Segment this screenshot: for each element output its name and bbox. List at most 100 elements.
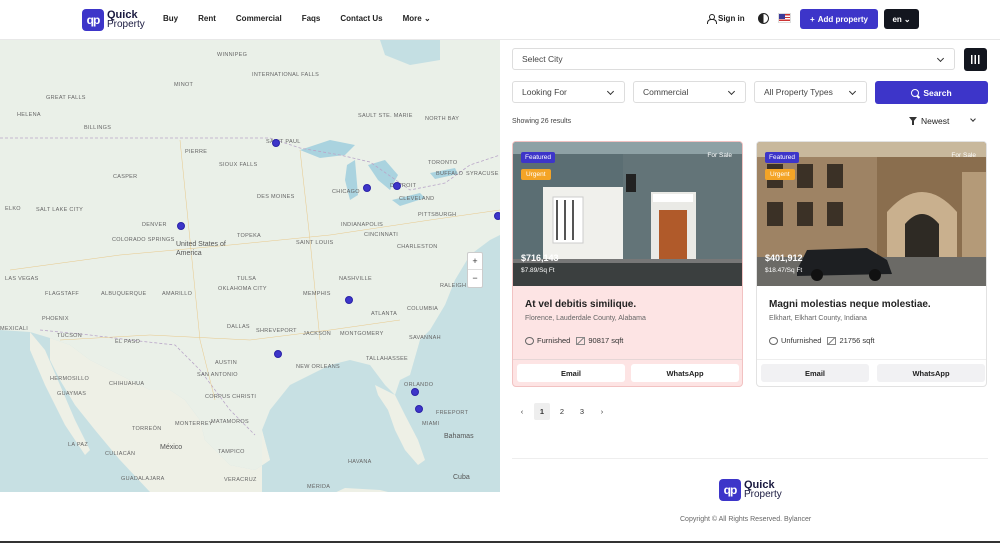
property-type-select[interactable]: All Property Types bbox=[754, 81, 867, 103]
map-label: WINNIPEG bbox=[217, 52, 248, 58]
map-label: INDIANAPOLIS bbox=[341, 222, 384, 228]
map-label: DES MOINES bbox=[257, 194, 295, 200]
map-label: MINOT bbox=[174, 82, 194, 88]
map-label: PHOENIX bbox=[42, 316, 69, 322]
nav-commercial[interactable]: Commercial bbox=[236, 14, 282, 23]
map-label: CHARLESTON bbox=[397, 244, 438, 250]
property-photo[interactable]: Featured Urgent For Sale $401,912 $18.47… bbox=[757, 142, 986, 286]
email-button[interactable]: Email bbox=[517, 364, 625, 382]
map-label: MIAMI bbox=[422, 421, 440, 427]
map-label: COLORADO SPRINGS bbox=[112, 237, 175, 243]
property-photo[interactable]: Featured Urgent For Sale $716,143 $7.89/… bbox=[513, 142, 742, 286]
sort-label: Newest bbox=[921, 116, 950, 126]
zoom-out-button[interactable]: − bbox=[468, 270, 482, 287]
sort-dropdown[interactable]: Newest bbox=[909, 116, 949, 126]
page-button-2[interactable]: 2 bbox=[554, 403, 570, 420]
map-pin[interactable] bbox=[363, 184, 371, 192]
add-property-button[interactable]: + Add property bbox=[800, 9, 878, 29]
chevron-down-icon[interactable] bbox=[970, 116, 976, 122]
map-label: MONTGOMERY bbox=[340, 331, 384, 337]
map-pin[interactable] bbox=[411, 388, 419, 396]
nav-buy[interactable]: Buy bbox=[163, 14, 178, 23]
zoom-in-button[interactable]: + bbox=[468, 253, 482, 270]
price-per-sqft: $7.89/Sq Ft bbox=[521, 267, 555, 274]
price-per-sqft: $18.47/Sq Ft bbox=[765, 267, 803, 274]
sofa-icon bbox=[769, 336, 778, 345]
listing-price: $716,143 bbox=[521, 253, 559, 263]
page-button-1[interactable]: 1 bbox=[534, 403, 550, 420]
map-label: NASHVILLE bbox=[339, 276, 372, 282]
advanced-filter-button[interactable] bbox=[964, 48, 987, 71]
sofa-icon bbox=[525, 336, 534, 345]
city-select[interactable]: Select City bbox=[512, 48, 955, 70]
nav-rent[interactable]: Rent bbox=[198, 14, 216, 23]
page-button-3[interactable]: 3 bbox=[574, 403, 590, 420]
map-label: FREEPORT bbox=[436, 410, 469, 416]
map-label: LA PAZ bbox=[68, 442, 89, 448]
listing-meta: Unfurnished 21756 sqft bbox=[769, 336, 874, 345]
map-pin[interactable] bbox=[177, 222, 185, 230]
looking-for-select[interactable]: Looking For bbox=[512, 81, 625, 103]
email-button[interactable]: Email bbox=[761, 364, 869, 382]
footer-divider bbox=[512, 458, 988, 459]
logo-badge: qp bbox=[82, 9, 104, 31]
listing-meta: Furnished 90817 sqft bbox=[525, 336, 623, 345]
listing-price: $401,912 bbox=[765, 253, 803, 263]
whatsapp-button[interactable]: WhatsApp bbox=[877, 364, 985, 382]
theme-toggle-icon[interactable] bbox=[758, 13, 769, 24]
property-card[interactable]: Featured Urgent For Sale $716,143 $7.89/… bbox=[512, 141, 743, 387]
map-label: CHICAGO bbox=[332, 189, 360, 195]
site-logo[interactable]: qp Quick Property bbox=[82, 9, 145, 31]
footer-logo[interactable]: qp Quick Property bbox=[719, 479, 782, 501]
map-label: SAULT STE. MARIE bbox=[358, 113, 413, 119]
prev-page-button[interactable]: ‹ bbox=[514, 403, 530, 420]
map-pin[interactable] bbox=[345, 296, 353, 304]
map-label: TOPEKA bbox=[237, 233, 262, 239]
map-country-label: México bbox=[160, 444, 183, 451]
next-page-button[interactable]: › bbox=[594, 403, 610, 420]
map-label: TALLAHASSEE bbox=[366, 356, 409, 362]
map-pin[interactable] bbox=[415, 405, 423, 413]
map-pin[interactable] bbox=[494, 212, 500, 220]
map-label: HELENA bbox=[17, 112, 41, 118]
sign-in-link[interactable]: Sign in bbox=[707, 14, 745, 24]
divider bbox=[757, 359, 986, 360]
category-select[interactable]: Commercial bbox=[633, 81, 746, 103]
map-label: MÉRIDA bbox=[307, 484, 331, 490]
property-map[interactable]: WINNIPEG INTERNATIONAL FALLS MINOT GREAT… bbox=[0, 40, 500, 492]
map-label: RALEIGH bbox=[440, 283, 467, 289]
map-label: BUFFALO bbox=[436, 171, 464, 177]
search-button[interactable]: Search bbox=[875, 81, 988, 104]
map-label: SYRACUSE bbox=[466, 171, 499, 177]
map-label: TULSA bbox=[237, 276, 257, 282]
logo-line-2: Property bbox=[107, 19, 145, 30]
us-flag-icon[interactable] bbox=[778, 13, 791, 23]
nav-faqs[interactable]: Faqs bbox=[302, 14, 321, 23]
status-badge: For Sale bbox=[951, 152, 976, 159]
map-pin[interactable] bbox=[393, 182, 401, 190]
map-label: MATAMOROS bbox=[211, 419, 249, 425]
listing-title[interactable]: At vel debitis similique. bbox=[525, 299, 636, 310]
map-label: GUAYMAS bbox=[57, 391, 87, 397]
area-icon bbox=[827, 336, 837, 345]
nav-more-dropdown[interactable]: More bbox=[403, 14, 431, 23]
language-selector[interactable]: en bbox=[884, 9, 919, 29]
map-label: CINCINNATI bbox=[364, 232, 399, 238]
user-icon bbox=[707, 14, 717, 24]
map-zoom-control: + − bbox=[467, 252, 483, 288]
map-label: FLAGSTAFF bbox=[45, 291, 80, 297]
pagination: ‹ 1 2 3 › bbox=[514, 403, 610, 420]
map-label: MEXICALI bbox=[0, 326, 29, 332]
filter-icon bbox=[909, 117, 917, 125]
area-icon bbox=[576, 336, 586, 345]
map-label: GREAT FALLS bbox=[46, 95, 86, 101]
map-label: JACKSON bbox=[303, 331, 332, 337]
map-label: AMARILLO bbox=[162, 291, 193, 297]
map-label: MEMPHIS bbox=[303, 291, 331, 297]
map-pin[interactable] bbox=[272, 139, 280, 147]
whatsapp-button[interactable]: WhatsApp bbox=[631, 364, 739, 382]
property-card[interactable]: Featured Urgent For Sale $401,912 $18.47… bbox=[756, 141, 987, 387]
nav-contact-us[interactable]: Contact Us bbox=[340, 14, 382, 23]
map-pin[interactable] bbox=[274, 350, 282, 358]
listing-title[interactable]: Magni molestias neque molestiae. bbox=[769, 299, 931, 310]
